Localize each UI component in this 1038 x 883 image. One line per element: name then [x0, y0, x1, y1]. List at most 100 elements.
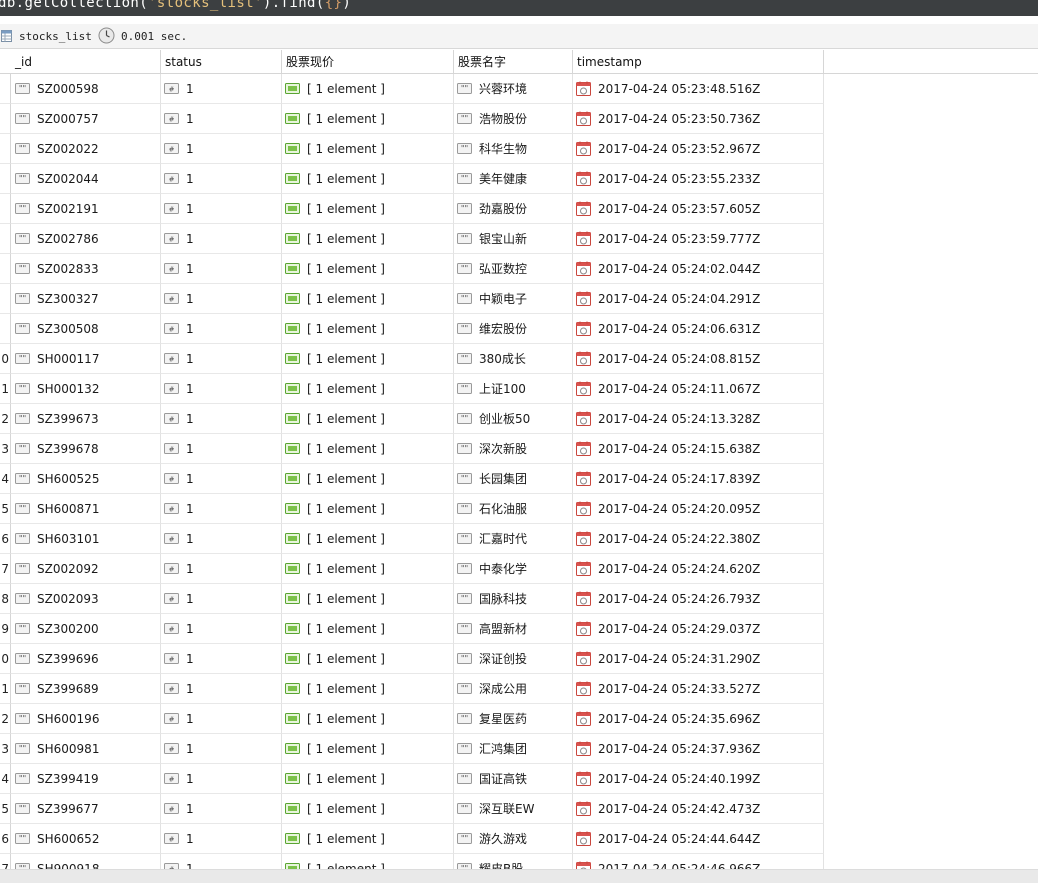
cell-timestamp[interactable]: 2017-04-24 05:24:40.199Z	[573, 764, 824, 794]
cell-timestamp[interactable]: 2017-04-24 05:24:44.644Z	[573, 824, 824, 854]
cell-name[interactable]: "" 中泰化学	[454, 554, 573, 584]
table-row[interactable]: "" SZ002044 #1 [ 1 element ] "" 美年健康 2017-04-2…	[0, 164, 1038, 194]
cell-id[interactable]: "" SZ399678	[11, 434, 161, 464]
cell-id[interactable]: "" SH000132	[11, 374, 161, 404]
cell-id[interactable]: ""SH900918	[11, 854, 161, 869]
cell-id[interactable]: "" SZ002093	[11, 584, 161, 614]
cell-timestamp[interactable]: 2017-04-24 05:24:15.638Z	[573, 434, 824, 464]
cell-id[interactable]: "" SZ000598	[11, 74, 161, 104]
cell-name[interactable]: "" 弘亚数控	[454, 254, 573, 284]
table-row[interactable]: 9 "" SZ300200 #1 [ 1 element ] "" 高盟新材 2017-04-…	[0, 614, 1038, 644]
cell-status[interactable]: #1	[161, 554, 282, 584]
cell-price[interactable]: [ 1 element ]	[282, 134, 454, 164]
cell-name[interactable]: "" 深证创投	[454, 644, 573, 674]
cell-name[interactable]: "" 创业板50	[454, 404, 573, 434]
cell-price[interactable]: [ 1 element ]	[282, 494, 454, 524]
column-header-name[interactable]: 股票名字	[454, 50, 573, 74]
table-row[interactable]: 0 "" SZ399696 #1 [ 1 element ] "" 深证创投 2017-04-…	[0, 644, 1038, 674]
cell-price[interactable]: [ 1 element ]	[282, 374, 454, 404]
cell-name[interactable]: "" 科华生物	[454, 134, 573, 164]
cell-status[interactable]: #1	[161, 104, 282, 134]
cell-name[interactable]: "" 维宏股份	[454, 314, 573, 344]
cell-timestamp[interactable]: 2017-04-24 05:23:59.777Z	[573, 224, 824, 254]
cell-name[interactable]: "" 380成长	[454, 344, 573, 374]
cell-id[interactable]: "" SZ300508	[11, 314, 161, 344]
cell-id[interactable]: "" SH000117	[11, 344, 161, 374]
cell-timestamp[interactable]: 2017-04-24 05:24:08.815Z	[573, 344, 824, 374]
cell-status[interactable]: #1	[161, 854, 282, 869]
cell-status[interactable]: #1	[161, 584, 282, 614]
cell-name[interactable]: "" 高盟新材	[454, 614, 573, 644]
cell-status[interactable]: #1	[161, 794, 282, 824]
query-editor[interactable]: db.getCollection('stocks_list').find({})	[0, 0, 1038, 16]
cell-price[interactable]: [ 1 element ]	[282, 704, 454, 734]
cell-status[interactable]: #1	[161, 224, 282, 254]
table-row[interactable]: 7""SH900918#1 [ 1 element ] ""耀皮B股 2017-04-…	[0, 854, 1038, 869]
cell-timestamp[interactable]: 2017-04-24 05:24:26.793Z	[573, 584, 824, 614]
cell-price[interactable]: [ 1 element ]	[282, 584, 454, 614]
cell-id[interactable]: "" SZ399673	[11, 404, 161, 434]
cell-name[interactable]: "" 深成公用	[454, 674, 573, 704]
cell-timestamp[interactable]: 2017-04-24 05:24:24.620Z	[573, 554, 824, 584]
cell-id[interactable]: "" SH600871	[11, 494, 161, 524]
cell-id[interactable]: "" SZ399696	[11, 644, 161, 674]
cell-price[interactable]: [ 1 element ]	[282, 794, 454, 824]
cell-price[interactable]: [ 1 element ]	[282, 674, 454, 704]
cell-name[interactable]: "" 复星医药	[454, 704, 573, 734]
cell-price[interactable]: [ 1 element ]	[282, 854, 454, 869]
cell-status[interactable]: #1	[161, 764, 282, 794]
cell-id[interactable]: "" SZ000757	[11, 104, 161, 134]
cell-timestamp[interactable]: 2017-04-24 05:24:13.328Z	[573, 404, 824, 434]
cell-status[interactable]: #1	[161, 254, 282, 284]
table-row[interactable]: 3 "" SZ399678 #1 [ 1 element ] "" 深次新股 2017-04-…	[0, 434, 1038, 464]
table-row[interactable]: 2 "" SH600196 #1 [ 1 element ] "" 复星医药 2017-04-…	[0, 704, 1038, 734]
cell-status[interactable]: #1	[161, 74, 282, 104]
cell-id[interactable]: "" SZ399677	[11, 794, 161, 824]
cell-status[interactable]: #1	[161, 614, 282, 644]
cell-price[interactable]: [ 1 element ]	[282, 464, 454, 494]
cell-status[interactable]: #1	[161, 734, 282, 764]
column-header-id[interactable]: _id	[11, 50, 161, 74]
table-row[interactable]: 2 "" SZ399673 #1 [ 1 element ] "" 创业板50 2017-04…	[0, 404, 1038, 434]
column-header-price[interactable]: 股票现价	[282, 50, 454, 74]
cell-status[interactable]: #1	[161, 284, 282, 314]
cell-id[interactable]: "" SH600196	[11, 704, 161, 734]
table-row[interactable]: 6 "" SH600652 #1 [ 1 element ] "" 游久游戏 2017-04-…	[0, 824, 1038, 854]
table-row[interactable]: 3 "" SH600981 #1 [ 1 element ] "" 汇鸿集团 2017-04-…	[0, 734, 1038, 764]
cell-price[interactable]: [ 1 element ]	[282, 224, 454, 254]
cell-name[interactable]: "" 劲嘉股份	[454, 194, 573, 224]
table-row[interactable]: 1 "" SZ399689 #1 [ 1 element ] "" 深成公用 2017-04-…	[0, 674, 1038, 704]
table-row[interactable]: 7 "" SZ002092 #1 [ 1 element ] "" 中泰化学 2017-04-…	[0, 554, 1038, 584]
cell-price[interactable]: [ 1 element ]	[282, 764, 454, 794]
cell-id[interactable]: "" SH600525	[11, 464, 161, 494]
table-row[interactable]: "" SZ300327 #1 [ 1 element ] "" 中颖电子 2017-04-2…	[0, 284, 1038, 314]
cell-name[interactable]: "" 长园集团	[454, 464, 573, 494]
cell-timestamp[interactable]: 2017-04-24 05:24:29.037Z	[573, 614, 824, 644]
cell-price[interactable]: [ 1 element ]	[282, 284, 454, 314]
cell-price[interactable]: [ 1 element ]	[282, 314, 454, 344]
cell-price[interactable]: [ 1 element ]	[282, 644, 454, 674]
cell-timestamp[interactable]: 2017-04-24 05:24:33.527Z	[573, 674, 824, 704]
table-row[interactable]: 8 "" SZ002093 #1 [ 1 element ] "" 国脉科技 2017-04-…	[0, 584, 1038, 614]
cell-timestamp[interactable]: 2017-04-24 05:24:37.936Z	[573, 734, 824, 764]
cell-timestamp[interactable]: 2017-04-24 05:24:31.290Z	[573, 644, 824, 674]
cell-status[interactable]: #1	[161, 164, 282, 194]
cell-price[interactable]: [ 1 element ]	[282, 614, 454, 644]
cell-timestamp[interactable]: 2017-04-24 05:23:52.967Z	[573, 134, 824, 164]
horizontal-scrollbar[interactable]	[0, 869, 1038, 883]
table-row[interactable]: 1 "" SH000132 #1 [ 1 element ] "" 上证100 2017-04…	[0, 374, 1038, 404]
cell-name[interactable]: "" 上证100	[454, 374, 573, 404]
cell-name[interactable]: "" 深次新股	[454, 434, 573, 464]
cell-status[interactable]: #1	[161, 824, 282, 854]
table-row[interactable]: "" SZ002833 #1 [ 1 element ] "" 弘亚数控 2017-04-2…	[0, 254, 1038, 284]
cell-timestamp[interactable]: 2017-04-24 05:23:50.736Z	[573, 104, 824, 134]
cell-timestamp[interactable]: 2017-04-24 05:24:04.291Z	[573, 284, 824, 314]
cell-timestamp[interactable]: 2017-04-24 05:24:06.631Z	[573, 314, 824, 344]
cell-status[interactable]: #1	[161, 674, 282, 704]
cell-name[interactable]: "" 深互联EW	[454, 794, 573, 824]
cell-timestamp[interactable]: 2017-04-24 05:23:57.605Z	[573, 194, 824, 224]
cell-price[interactable]: [ 1 element ]	[282, 434, 454, 464]
cell-name[interactable]: ""耀皮B股	[454, 854, 573, 869]
cell-timestamp[interactable]: 2017-04-24 05:23:55.233Z	[573, 164, 824, 194]
cell-name[interactable]: "" 兴蓉环境	[454, 74, 573, 104]
